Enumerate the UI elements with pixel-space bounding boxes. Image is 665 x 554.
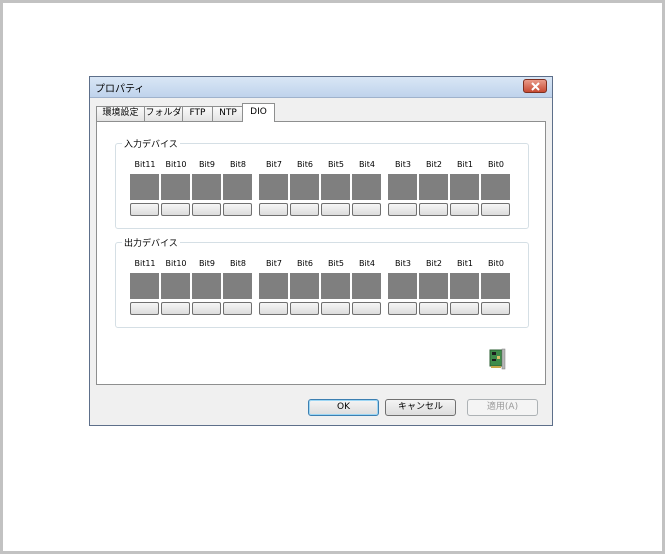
output-bit-label: Bit7 — [266, 259, 282, 268]
output-bit-label: Bit10 — [165, 259, 187, 268]
input-bit-label: Bit11 — [134, 160, 156, 169]
output-bit-button[interactable] — [321, 302, 350, 315]
output-bit-indicator — [321, 273, 350, 299]
output-bit-indicator — [161, 273, 190, 299]
tab-dio[interactable]: DIO — [242, 103, 275, 122]
input-bit-button[interactable] — [450, 203, 479, 216]
io-card-icon — [489, 348, 506, 370]
input-bit-label: Bit6 — [297, 160, 313, 169]
output-bit-button[interactable] — [352, 302, 381, 315]
dio-panel: 入力デバイス Bit11 Bit10 Bit9 Bit8 Bit7 Bit6 Bit5 Bit… — [96, 121, 546, 385]
input-bit-button[interactable] — [352, 203, 381, 216]
output-device-group: 出力デバイス Bit11 Bit10 Bit9 Bit8 Bit7 Bit6 Bit5 Bit… — [115, 236, 529, 328]
input-bit-label: Bit1 — [457, 160, 473, 169]
ok-button[interactable]: OK — [308, 399, 379, 416]
output-bit-button[interactable] — [192, 302, 221, 315]
properties-dialog: プロパティ 環境設定 フォルダ FTP NTP DIO 入力デバイス Bit11… — [89, 76, 553, 426]
input-bit-button[interactable] — [130, 203, 159, 216]
input-bit-indicator — [161, 174, 190, 200]
input-bit-indicator — [223, 174, 252, 200]
input-bit-button[interactable] — [259, 203, 288, 216]
output-bit-label: Bit3 — [395, 259, 411, 268]
output-bit-indicator — [481, 273, 510, 299]
input-bit-label: Bit7 — [266, 160, 282, 169]
output-bit-label: Bit2 — [426, 259, 442, 268]
output-bit-label: Bit6 — [297, 259, 313, 268]
input-bit-button[interactable] — [223, 203, 252, 216]
input-bit-button[interactable] — [481, 203, 510, 216]
input-bit-indicator — [290, 174, 319, 200]
output-bit-button[interactable] — [450, 302, 479, 315]
input-bit-label: Bit2 — [426, 160, 442, 169]
input-bit-indicator — [259, 174, 288, 200]
output-bit-label: Bit0 — [488, 259, 504, 268]
output-bit-indicator — [388, 273, 417, 299]
output-group-label: 出力デバイス — [122, 236, 180, 249]
tab-ftp[interactable]: FTP — [182, 106, 213, 121]
input-bit-indicator — [481, 174, 510, 200]
output-bit-button[interactable] — [290, 302, 319, 315]
output-bit-indicator — [352, 273, 381, 299]
input-device-group: 入力デバイス Bit11 Bit10 Bit9 Bit8 Bit7 Bit6 Bit5 Bit… — [115, 137, 529, 229]
input-bit-label: Bit0 — [488, 160, 504, 169]
output-bit-indicator — [450, 273, 479, 299]
output-bit-indicator — [223, 273, 252, 299]
input-bit-label: Bit5 — [328, 160, 344, 169]
input-bit-button[interactable] — [161, 203, 190, 216]
input-bit-indicator — [419, 174, 448, 200]
output-bit-indicator — [419, 273, 448, 299]
close-icon — [531, 82, 540, 91]
input-bit-button[interactable] — [419, 203, 448, 216]
input-bit-label: Bit3 — [395, 160, 411, 169]
output-bit-indicator — [290, 273, 319, 299]
input-bit-button[interactable] — [290, 203, 319, 216]
input-bit-label: Bit8 — [230, 160, 246, 169]
window-title: プロパティ — [95, 84, 145, 95]
output-bit-label: Bit1 — [457, 259, 473, 268]
input-bit-label: Bit9 — [199, 160, 215, 169]
output-bit-button[interactable] — [130, 302, 159, 315]
output-bit-label: Bit11 — [134, 259, 156, 268]
cancel-button[interactable]: キャンセル — [385, 399, 456, 416]
input-bit-label: Bit4 — [359, 160, 375, 169]
output-bit-button[interactable] — [223, 302, 252, 315]
input-group-label: 入力デバイス — [122, 137, 180, 150]
input-bit-indicator — [321, 174, 350, 200]
tab-environment[interactable]: 環境設定 — [96, 106, 145, 121]
input-bit-label: Bit10 — [165, 160, 187, 169]
output-bit-indicator — [130, 273, 159, 299]
input-bit-indicator — [192, 174, 221, 200]
tab-ntp[interactable]: NTP — [212, 106, 244, 121]
output-bit-indicator — [192, 273, 221, 299]
input-bit-indicator — [388, 174, 417, 200]
close-button[interactable] — [523, 79, 547, 93]
input-bit-button[interactable] — [321, 203, 350, 216]
output-bit-button[interactable] — [481, 302, 510, 315]
tab-folder[interactable]: フォルダ — [144, 106, 183, 121]
output-bit-button[interactable] — [419, 302, 448, 315]
output-bit-button[interactable] — [259, 302, 288, 315]
input-bit-button[interactable] — [388, 203, 417, 216]
output-bit-label: Bit5 — [328, 259, 344, 268]
output-bit-button[interactable] — [161, 302, 190, 315]
input-bit-indicator — [130, 174, 159, 200]
output-bit-indicator — [259, 273, 288, 299]
output-bit-button[interactable] — [388, 302, 417, 315]
input-bit-indicator — [450, 174, 479, 200]
output-bit-label: Bit4 — [359, 259, 375, 268]
title-bar: プロパティ — [90, 77, 552, 98]
output-bit-label: Bit9 — [199, 259, 215, 268]
input-bit-button[interactable] — [192, 203, 221, 216]
input-bit-indicator — [352, 174, 381, 200]
apply-button[interactable]: 適用(A) — [467, 399, 538, 416]
output-bit-label: Bit8 — [230, 259, 246, 268]
